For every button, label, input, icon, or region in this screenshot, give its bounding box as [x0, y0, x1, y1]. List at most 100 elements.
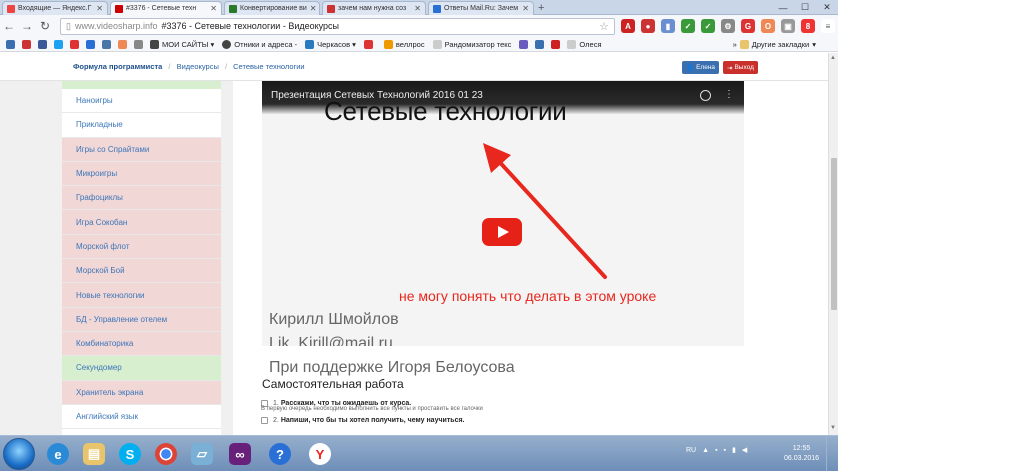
extension-icon[interactable]: ⚙	[721, 19, 735, 33]
sidebar-item[interactable]: Игра Сокобан	[62, 210, 221, 235]
video-player[interactable]: Сетевые технологии Презентация Сетевых Т…	[262, 81, 744, 346]
close-icon[interactable]: ✕	[93, 4, 103, 13]
twitter-icon[interactable]	[54, 39, 63, 49]
bookmark-randomizer[interactable]: Рандомизатор текс	[432, 39, 511, 49]
bookmark-extra[interactable]	[363, 39, 376, 49]
close-icon[interactable]: ✕	[307, 4, 317, 13]
page-scrollbar[interactable]: ▲ ▼	[828, 53, 838, 435]
vk-icon[interactable]	[102, 39, 111, 49]
facebook-icon[interactable]	[38, 39, 47, 49]
sidebar-item[interactable]: Комбинаторика	[62, 331, 221, 357]
bookmark-star-icon[interactable]: ☆	[599, 20, 609, 33]
start-button[interactable]	[3, 438, 35, 470]
bookmark-cherkasov[interactable]: Черкасов ▾	[305, 39, 356, 49]
network-icon[interactable]: ▮	[732, 446, 736, 454]
bookmark-icon[interactable]	[535, 39, 545, 49]
task-checkbox[interactable]	[261, 417, 268, 424]
other-bookmarks[interactable]: » Другие закладки ▾	[733, 39, 816, 49]
extension-icon[interactable]: G	[741, 19, 755, 33]
taskbar-ie[interactable]: e	[40, 439, 76, 469]
tab-convert[interactable]: Конвертирование ви ✕	[224, 1, 320, 15]
bookmark-my-sites[interactable]: МОИ САЙТЫ ▾	[150, 39, 214, 49]
sidebar-item[interactable]: БД - Управление отелем	[62, 307, 221, 332]
bookmark-answers[interactable]: Отники и адреса -	[222, 39, 297, 49]
forward-icon[interactable]: →	[18, 17, 36, 35]
sidebar-item[interactable]: Морской флот	[62, 234, 221, 260]
shield-icon[interactable]: ✓	[701, 19, 715, 33]
tray-arrow-icon[interactable]: ▲	[702, 447, 709, 454]
more-icon[interactable]: ⋮	[724, 89, 734, 100]
sidebar-item[interactable]: Игры со Спрайтами	[62, 137, 221, 162]
taskbar-yandex[interactable]: Y	[302, 439, 338, 469]
odnoklassniki-icon[interactable]	[118, 39, 127, 49]
taskbar-chrome[interactable]	[148, 439, 184, 469]
menu-icon[interactable]: ≡	[821, 19, 835, 33]
tray-app-icon[interactable]: ▪	[724, 447, 726, 454]
close-icon[interactable]: ✕	[519, 4, 529, 13]
scroll-down-icon[interactable]: ▼	[830, 425, 836, 431]
sidebar-item-top[interactable]	[62, 81, 221, 89]
show-desktop-button[interactable]	[826, 436, 838, 471]
shield-icon[interactable]: ✓	[681, 19, 695, 33]
youtube-icon[interactable]	[70, 39, 79, 49]
extension-icon[interactable]: 8	[801, 19, 815, 33]
odnoklassniki-icon[interactable]: O	[761, 19, 775, 33]
taskbar-visual-studio[interactable]: ∞	[222, 439, 258, 469]
extension-icon[interactable]: ▮	[661, 19, 675, 33]
bookmark-icon[interactable]	[134, 39, 143, 49]
sidebar-item[interactable]: Прикладные	[62, 113, 221, 138]
bookmark-icon[interactable]	[22, 39, 31, 49]
taskbar-skype[interactable]: S	[112, 439, 148, 469]
address-bar[interactable]: ▯ www.videosharp.info #3376 - Сетевые те…	[60, 17, 615, 35]
sidebar-item[interactable]: Морской Бой	[62, 259, 221, 284]
tray-app-icon[interactable]: ▪	[715, 447, 717, 454]
clock-date: 06.03.2016	[784, 455, 820, 462]
sidebar-item[interactable]: Хранитель экрана	[62, 380, 221, 405]
system-clock[interactable]: 12:55 06.03.2016	[784, 444, 819, 464]
scroll-up-icon[interactable]: ▲	[830, 55, 836, 61]
sidebar-item[interactable]: Микроигры	[62, 161, 221, 187]
breadcrumb-section[interactable]: Видеокурсы	[177, 62, 219, 71]
watch-later-icon[interactable]	[700, 90, 711, 101]
logout-button[interactable]: ⇥ Выход	[723, 61, 758, 74]
sidebar-item[interactable]: Новые технологии	[62, 283, 221, 308]
tab-current[interactable]: #3376 - Сетевые техн ✕	[110, 1, 222, 15]
bookmark-vellros[interactable]: веллрос	[383, 39, 425, 49]
video-title[interactable]: Презентация Сетевых Технологий 2016 01 2…	[271, 90, 483, 101]
scrollbar-thumb[interactable]	[831, 158, 837, 310]
bookmark-icon[interactable]	[519, 39, 529, 49]
reload-icon[interactable]: ↻	[36, 17, 54, 35]
close-window-icon[interactable]: ✕	[816, 0, 838, 15]
bookmark-olesya[interactable]: Олеся	[567, 39, 602, 49]
sidebar-item-label: Графоциклы	[76, 193, 123, 203]
language-indicator[interactable]: RU	[686, 447, 696, 454]
apps-icon[interactable]	[6, 39, 15, 49]
breadcrumb-home[interactable]: Формула программиста	[73, 62, 162, 71]
taskbar-help[interactable]: ?	[262, 439, 298, 469]
mail-icon[interactable]	[86, 39, 95, 49]
sidebar-item[interactable]: Наноигры	[62, 89, 221, 114]
taskbar-explorer[interactable]: ▤	[76, 439, 112, 469]
volume-icon[interactable]: ◀	[742, 446, 747, 454]
extension-icon[interactable]: ●	[641, 19, 655, 33]
user-button[interactable]: 👤 Елена	[682, 61, 720, 74]
adblock-icon[interactable]: A	[621, 19, 635, 33]
credit-email: Lik_Kirill@mail.ru	[269, 335, 393, 346]
sidebar-item[interactable]: Секундомер	[62, 356, 221, 381]
taskbar-app[interactable]: ▱	[184, 439, 220, 469]
tab-inbox[interactable]: Входящие — Яндекс.Г ✕	[2, 1, 108, 15]
sidebar-item[interactable]: Английский язык	[62, 404, 221, 430]
extension-icon[interactable]: ▣	[781, 19, 795, 33]
bookmark-icon[interactable]	[551, 39, 561, 49]
tab-search[interactable]: зачем нам нужна соз ✕	[322, 1, 426, 15]
new-tab-button[interactable]: +	[538, 2, 544, 14]
close-icon[interactable]: ✕	[207, 4, 217, 13]
mail-icon	[7, 4, 15, 13]
minimize-icon[interactable]: —	[772, 0, 794, 15]
maximize-icon[interactable]: ☐	[794, 0, 816, 15]
close-icon[interactable]: ✕	[411, 4, 421, 13]
tab-mailru[interactable]: Ответы Mail.Ru: Зачем ✕	[428, 1, 534, 15]
play-button[interactable]	[482, 218, 522, 246]
back-icon[interactable]: ←	[0, 17, 18, 35]
sidebar-item[interactable]: Графоциклы	[62, 186, 221, 211]
